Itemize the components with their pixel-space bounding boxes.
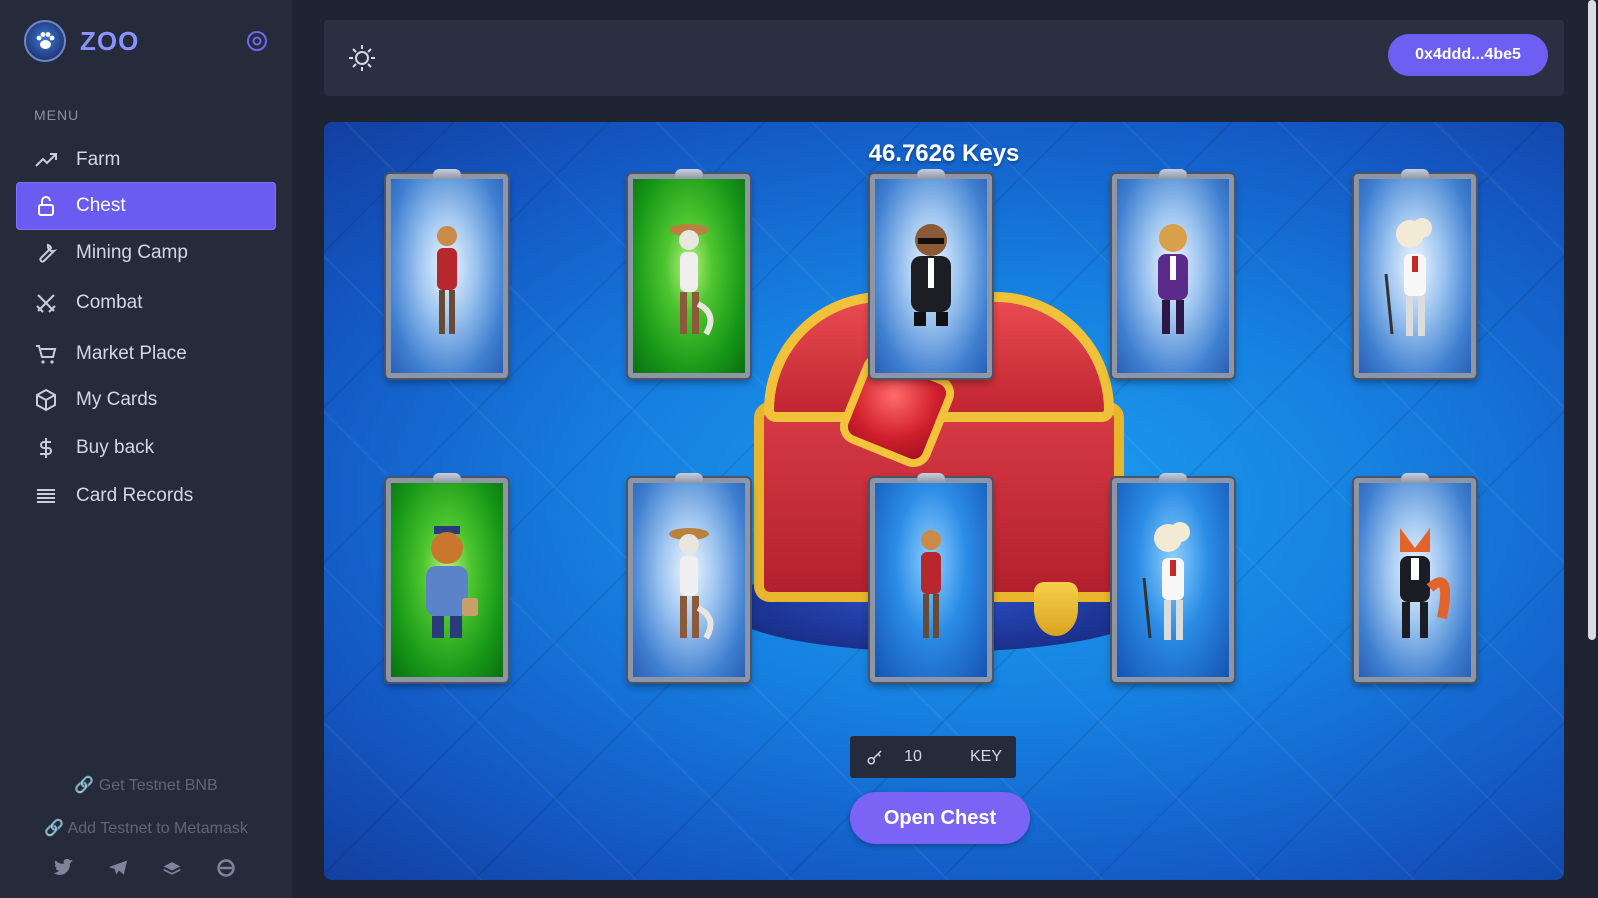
camel-figure-icon (437, 225, 457, 334)
box-icon (34, 388, 58, 412)
twitter-icon[interactable] (52, 856, 76, 880)
camel-card[interactable] (870, 473, 992, 682)
police-lion-figure-icon (426, 525, 478, 638)
sidebar: ZOO MENU Farm Chest Mining Camp Combat M… (0, 0, 292, 898)
social-links (52, 856, 238, 880)
camel-figure-icon (921, 529, 941, 638)
brand[interactable]: ZOO (24, 20, 139, 62)
paw-logo-icon (24, 20, 66, 62)
brand-name: ZOO (80, 25, 140, 56)
poodle-figure-icon (1384, 217, 1432, 336)
sidebar-item-market-place[interactable]: Market Place (16, 330, 276, 378)
sidebar-item-combat[interactable]: Combat (16, 279, 276, 327)
chest-tassel (1034, 582, 1078, 636)
cart-icon (34, 342, 58, 366)
key-unit-label: KEY (969, 748, 1002, 765)
wrench-icon (34, 241, 58, 265)
sidebar-item-my-cards[interactable]: My Cards (16, 376, 276, 424)
poodle-figure-icon (1142, 521, 1190, 640)
page-scrollbar[interactable] (1588, 0, 1596, 640)
list-icon (34, 484, 58, 508)
sidebar-item-label: My Cards (76, 389, 158, 410)
sidebar-item-label: Card Records (76, 485, 194, 506)
gitbook-icon[interactable] (160, 856, 184, 880)
sidebar-item-mining-camp[interactable]: Mining Camp (16, 229, 276, 277)
bear-agent-card[interactable] (870, 169, 992, 378)
sidebar-item-farm[interactable]: Farm (16, 136, 276, 184)
key-amount-field[interactable]: 10 KEY (850, 736, 1016, 778)
sidebar-item-label: Market Place (76, 343, 187, 364)
poodle-conductor-card[interactable] (1354, 169, 1476, 378)
chest-stage: 46.7626 Keys 10 KEY Open Chest (324, 122, 1564, 880)
cowboy-cat-card[interactable] (628, 169, 750, 378)
dollar-icon (34, 436, 58, 460)
medium-icon[interactable] (214, 856, 238, 880)
cowboy-cat-card[interactable] (628, 473, 750, 682)
sidebar-item-buy-back[interactable]: Buy back (16, 424, 276, 472)
sidebar-item-label: Farm (76, 149, 121, 170)
wallet-address-button[interactable]: 0x4ddd...4be5 (1388, 34, 1548, 76)
lion-figure-icon (1158, 223, 1188, 334)
camel-card[interactable] (386, 169, 508, 378)
get-testnet-bnb-link[interactable]: 🔗 Get Testnet BNB (0, 775, 292, 795)
sidebar-toggle-icon[interactable] (246, 30, 268, 52)
sidebar-item-label: Mining Camp (76, 242, 188, 263)
crossed-swords-icon (34, 291, 58, 315)
poodle-conductor-card[interactable] (1112, 473, 1234, 682)
sidebar-item-chest[interactable]: Chest (16, 182, 276, 230)
lion-tux-card[interactable] (1112, 169, 1234, 378)
key-icon (864, 746, 886, 768)
sidebar-item-label: Buy back (76, 437, 155, 458)
key-amount-value[interactable]: 10 (886, 748, 940, 766)
sidebar-item-label: Combat (76, 292, 143, 313)
open-chest-button[interactable]: Open Chest (850, 792, 1030, 844)
keys-balance: 46.7626 Keys (868, 140, 1020, 167)
telegram-icon[interactable] (106, 856, 130, 880)
top-bar: 0x4ddd...4be5 (324, 20, 1564, 96)
cat-figure-icon (669, 223, 714, 336)
add-testnet-metamask-link[interactable]: 🔗 Add Testnet to Metamask (0, 818, 292, 838)
fox-figure-icon (1400, 527, 1450, 638)
sidebar-item-label: Chest (76, 195, 126, 216)
sidebar-item-card-records[interactable]: Card Records (16, 472, 276, 520)
trend-up-icon (34, 148, 58, 172)
menu-heading: MENU (34, 107, 80, 123)
lock-icon (34, 194, 58, 218)
fox-tux-card[interactable] (1354, 473, 1476, 682)
cat-figure-icon (669, 527, 714, 640)
sun-icon[interactable] (346, 42, 378, 74)
police-lion-card[interactable] (386, 473, 508, 682)
bear-figure-icon (911, 223, 951, 326)
